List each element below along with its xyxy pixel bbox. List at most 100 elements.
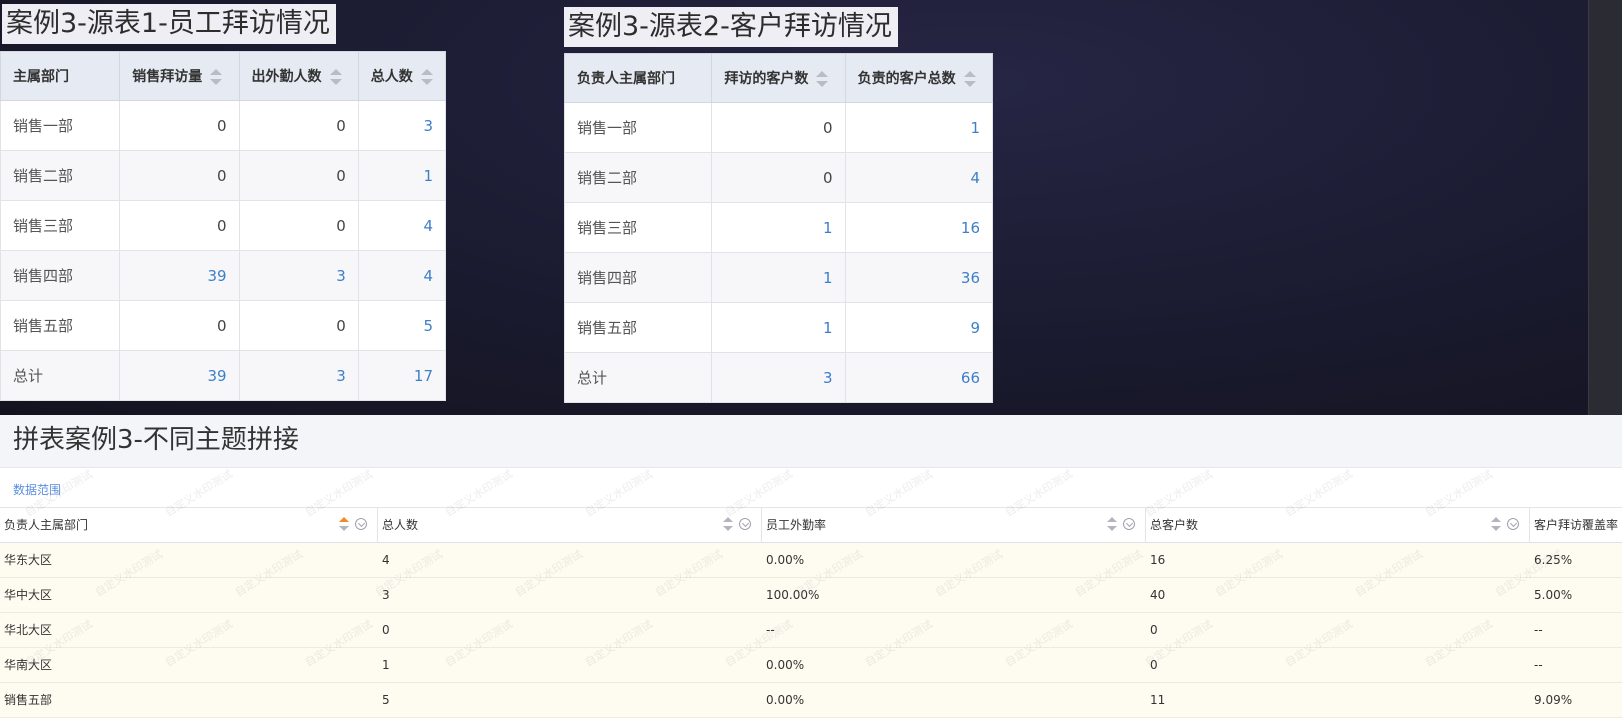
table-row: 销售四部 39 3 4 <box>0 250 447 301</box>
table-cell: 华北大区 <box>4 623 53 637</box>
table-cell: 0.00% <box>766 693 805 707</box>
column-header-field-rate[interactable]: 员工外勤率 <box>762 508 1146 542</box>
chevron-down-icon[interactable] <box>1123 518 1135 530</box>
table-row[interactable]: 华南大区 1 0.00% 0 -- <box>0 648 1622 683</box>
table-cell: -- <box>766 623 775 637</box>
table-cell: 0 <box>119 200 240 251</box>
sort-icon[interactable] <box>816 71 829 87</box>
chevron-down-icon[interactable] <box>739 518 751 530</box>
table-cell: 5.00% <box>1534 588 1573 602</box>
chevron-down-icon[interactable] <box>355 518 367 530</box>
table-row: 销售四部 1 36 <box>563 252 994 303</box>
table-cell: 销售五部 <box>4 693 53 707</box>
table-row[interactable]: 华东大区 4 0.00% 16 6.25% <box>0 543 1622 578</box>
source2-header-dept[interactable]: 负责人主属部门 <box>563 53 713 103</box>
report-panel: 拼表案例3-不同主题拼接 数据范围 负责人主属部门 总人数 员工外勤率 总客户数… <box>0 415 1622 723</box>
table-row: 销售三部 0 0 4 <box>0 200 447 251</box>
table-cell: 1 <box>711 302 846 353</box>
source2-header-total-customers[interactable]: 负责的客户总数 <box>844 53 994 103</box>
table-cell: 3 <box>711 352 846 403</box>
table-cell: 3 <box>357 100 447 151</box>
sort-icon[interactable] <box>329 69 342 85</box>
table-cell: 0 <box>238 150 359 201</box>
sort-icon[interactable] <box>210 69 223 85</box>
source1-header-total[interactable]: 总人数 <box>357 51 447 101</box>
table-cell: 1 <box>711 252 846 303</box>
source1-table: 主属部门 销售拜访量 出外勤人数 总人数 销售一部 0 0 3 销售二部 0 0 1 销售三部 0… <box>0 51 447 401</box>
table-cell: 0 <box>238 100 359 151</box>
column-header-dept[interactable]: 负责人主属部门 <box>0 508 378 542</box>
table-cell: 0 <box>382 623 390 637</box>
table-cell: 100.00% <box>766 588 820 602</box>
column-header-total-staff[interactable]: 总人数 <box>378 508 762 542</box>
chevron-down-icon[interactable] <box>1507 518 1519 530</box>
sort-icon[interactable] <box>420 69 433 85</box>
table-cell: 华东大区 <box>4 553 53 567</box>
source1-header-dept[interactable]: 主属部门 <box>0 51 121 101</box>
row-label: 销售三部 <box>563 202 713 253</box>
table-cell: 0 <box>119 100 240 151</box>
table-cell: 39 <box>119 350 240 401</box>
sort-icon[interactable] <box>723 517 733 531</box>
source2-header-visited[interactable]: 拜访的客户数 <box>711 53 846 103</box>
table-cell: 0.00% <box>766 553 805 567</box>
row-label: 销售三部 <box>0 200 121 251</box>
report-grid: 负责人主属部门 总人数 员工外勤率 总客户数 客户拜访覆盖率 华东大区 4 0.00… <box>0 507 1622 718</box>
sort-icon[interactable] <box>1491 517 1501 531</box>
table-cell: 0 <box>119 300 240 351</box>
table-cell: 1 <box>357 150 447 201</box>
row-label: 销售二部 <box>0 150 121 201</box>
column-header-visit-coverage[interactable]: 客户拜访覆盖率 <box>1530 508 1622 542</box>
table-cell: 4 <box>844 152 994 203</box>
table-cell: 华中大区 <box>4 588 53 602</box>
table-cell: 3 <box>238 250 359 301</box>
table-cell: 16 <box>844 202 994 253</box>
table-cell: 9 <box>844 302 994 353</box>
table-cell: 1 <box>844 102 994 153</box>
sort-asc-icon[interactable] <box>339 517 349 531</box>
table-cell: 0 <box>1150 623 1158 637</box>
row-label: 销售五部 <box>563 302 713 353</box>
table-row: 总计 39 3 17 <box>0 350 447 401</box>
row-label: 销售四部 <box>563 252 713 303</box>
table-row: 销售一部 0 1 <box>563 102 994 153</box>
source1-header-field-staff[interactable]: 出外勤人数 <box>238 51 359 101</box>
row-label: 总计 <box>0 350 121 401</box>
table-row: 销售二部 0 0 1 <box>0 150 447 201</box>
table-cell: 0 <box>1150 658 1158 672</box>
source2-table: 负责人主属部门 拜访的客户数 负责的客户总数 销售一部 0 1 销售二部 0 4 销售三部 1… <box>563 53 994 403</box>
grid-body: 华东大区 4 0.00% 16 6.25% 华中大区 3 100.00% 40 5.00% 华北大区… <box>0 543 1622 718</box>
row-label: 销售一部 <box>0 100 121 151</box>
table-cell: 9.09% <box>1534 693 1573 707</box>
table-cell: 66 <box>844 352 994 403</box>
table-cell: 39 <box>119 250 240 301</box>
source2-title: 案例3-源表2-客户拜访情况 <box>564 7 898 47</box>
table-cell: -- <box>1534 658 1543 672</box>
table-row: 销售二部 0 4 <box>563 152 994 203</box>
table-cell: 6.25% <box>1534 553 1573 567</box>
table-cell: 0.00% <box>766 658 805 672</box>
sort-icon[interactable] <box>963 71 976 87</box>
table-cell: 11 <box>1150 693 1166 707</box>
column-header-total-customers[interactable]: 总客户数 <box>1146 508 1530 542</box>
source1-header-visits[interactable]: 销售拜访量 <box>119 51 240 101</box>
table-cell: 4 <box>357 200 447 251</box>
table-row: 销售五部 1 9 <box>563 302 994 353</box>
table-cell: 华南大区 <box>4 658 53 672</box>
data-range-link[interactable]: 数据范围 <box>13 483 61 497</box>
source-tables-area: 案例3-源表1-员工拜访情况 主属部门 销售拜访量 出外勤人数 总人数 销售一部… <box>0 0 1622 415</box>
table-cell: 0 <box>238 200 359 251</box>
table-cell: 4 <box>357 250 447 301</box>
table-row[interactable]: 华中大区 3 100.00% 40 5.00% <box>0 578 1622 613</box>
table-row[interactable]: 华北大区 0 -- 0 -- <box>0 613 1622 648</box>
row-label: 销售二部 <box>563 152 713 203</box>
table-cell: 0 <box>711 102 846 153</box>
side-strip <box>1588 0 1622 415</box>
table-cell: 17 <box>357 350 447 401</box>
grid-header-row: 负责人主属部门 总人数 员工外勤率 总客户数 客户拜访覆盖率 <box>0 507 1622 543</box>
row-label: 销售一部 <box>563 102 713 153</box>
table-row[interactable]: 销售五部 5 0.00% 11 9.09% <box>0 683 1622 718</box>
table-row: 销售三部 1 16 <box>563 202 994 253</box>
row-label: 销售四部 <box>0 250 121 301</box>
sort-icon[interactable] <box>1107 517 1117 531</box>
